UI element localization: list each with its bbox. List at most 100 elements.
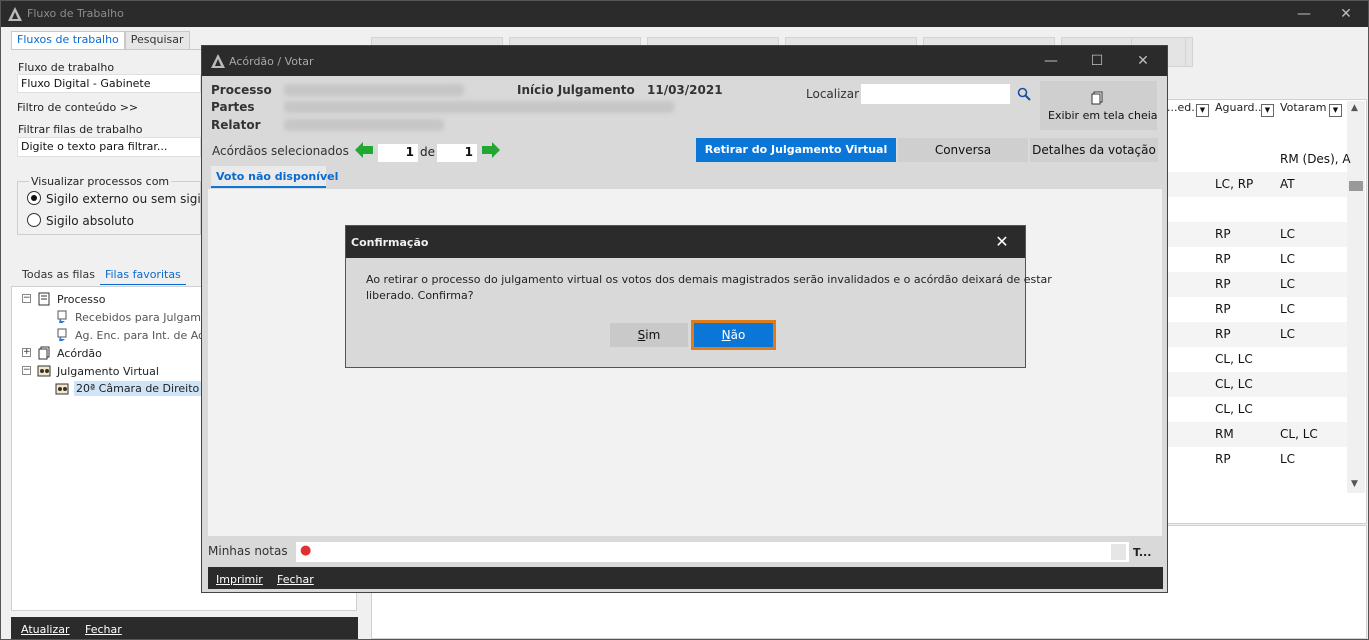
dialog-minimize-button[interactable]: — xyxy=(1028,48,1074,74)
tab-todas-filas[interactable]: Todas as filas xyxy=(17,267,100,285)
tree-item-processo[interactable]: Processo xyxy=(57,293,105,306)
table-row[interactable] xyxy=(1167,197,1347,222)
cell-votaram: LC xyxy=(1280,252,1296,266)
cell-votaram: LC xyxy=(1280,227,1296,241)
close-window-button[interactable]: ✕ xyxy=(1323,1,1369,27)
cell-aguard: RM xyxy=(1215,427,1234,441)
confirm-message-line1: Ao retirar o processo do julgamento virt… xyxy=(366,273,1052,286)
cell-votaram: CL, LC xyxy=(1280,427,1318,441)
cell-votaram: LC xyxy=(1280,277,1296,291)
redacted-relator xyxy=(284,119,444,131)
table-row[interactable]: RP LC xyxy=(1167,272,1347,297)
detalhes-votacao-button[interactable]: Detalhes da votação xyxy=(1030,138,1158,162)
cell-aguard: CL, LC xyxy=(1215,377,1253,391)
notas-toolbar-label[interactable]: T... xyxy=(1133,546,1151,559)
app-logo-icon xyxy=(211,54,225,68)
filtrar-label: Filtrar filas de trabalho xyxy=(18,123,143,136)
cell-votaram: AT xyxy=(1280,177,1295,191)
table-row[interactable]: RM CL, LC xyxy=(1167,422,1347,447)
processo-label: Processo xyxy=(211,83,272,97)
col-filter-2-icon[interactable]: ▼ xyxy=(1261,104,1274,117)
current-index-input[interactable]: 1 xyxy=(378,144,418,162)
sim-button[interactable]: Sim xyxy=(610,323,688,347)
exibir-tela-cheia-button[interactable]: Exibir em tela cheia xyxy=(1040,81,1158,130)
scroll-up-icon[interactable]: ▲ xyxy=(1351,103,1358,113)
collapse-julgamento-icon[interactable]: − xyxy=(22,366,31,375)
nao-button[interactable]: Não xyxy=(691,320,776,350)
tree-item-acordao[interactable]: Acórdão xyxy=(57,347,102,360)
localizar-label: Localizar xyxy=(806,87,860,101)
localizar-input[interactable] xyxy=(861,84,1010,104)
table-row[interactable]: RP LC xyxy=(1167,447,1347,472)
col-filter-3-icon[interactable]: ▼ xyxy=(1329,104,1342,117)
tree-item-julgamento-virtual[interactable]: Julgamento Virtual xyxy=(57,365,159,378)
cell-votaram: LC xyxy=(1280,452,1296,466)
conversa-button[interactable]: Conversa xyxy=(898,138,1028,162)
tree-item-recebidos[interactable]: Recebidos para Julgame xyxy=(75,311,208,324)
workflow-title: Fluxo de Trabalho xyxy=(27,7,124,20)
atualizar-button[interactable]: Atualizar xyxy=(21,623,70,636)
dialog-bottom-bar: Imprimir Fechar xyxy=(208,567,1163,589)
fluxo-select[interactable]: Fluxo Digital - Gabinete xyxy=(17,74,201,93)
minhas-notas-label: Minhas notas xyxy=(208,544,288,558)
table-row[interactable]: CL, LC xyxy=(1167,347,1347,372)
cell-aguard: RP xyxy=(1215,327,1231,341)
scroll-down-icon[interactable]: ▼ xyxy=(1351,479,1358,489)
radio-sigilo-absoluto[interactable] xyxy=(27,213,41,227)
cell-aguard: RP xyxy=(1215,302,1231,316)
cell-aguard: RP xyxy=(1215,277,1231,291)
arrow-right-icon[interactable] xyxy=(482,142,500,158)
notas-scroll-icon[interactable] xyxy=(1111,544,1126,560)
table-row[interactable]: RP LC xyxy=(1167,247,1347,272)
table-row[interactable]: RM (Des), A xyxy=(1167,147,1351,172)
tab-fluxos[interactable]: Fluxos de trabalho xyxy=(11,31,125,49)
expand-acordao-icon[interactable]: + xyxy=(22,348,31,357)
table-row[interactable]: RP LC xyxy=(1167,222,1347,247)
cell-aguard: CL, LC xyxy=(1215,402,1253,416)
tab-pesquisar[interactable]: Pesquisar xyxy=(124,31,190,49)
fluxo-label: Fluxo de trabalho xyxy=(18,61,115,74)
table-row[interactable]: CL, LC xyxy=(1167,397,1347,422)
scroll-thumb[interactable] xyxy=(1349,181,1363,191)
copy-icon xyxy=(1091,91,1103,105)
search-icon[interactable] xyxy=(1017,87,1031,101)
tree-item-camara[interactable]: 20ª Câmara de Direito Pr xyxy=(74,381,202,396)
tree-item-ag-enc[interactable]: Ag. Enc. para Int. de Acór xyxy=(75,329,215,342)
dialog-close-button[interactable]: ✕ xyxy=(1120,48,1166,74)
star-queue-icon xyxy=(57,328,67,341)
relator-label: Relator xyxy=(211,118,261,132)
minimize-button[interactable]: — xyxy=(1281,1,1327,27)
tab-filas-favoritas[interactable]: Filas favoritas xyxy=(99,267,186,285)
arrow-left-icon[interactable] xyxy=(355,142,373,158)
visualizar-label: Visualizar processos com xyxy=(29,175,172,188)
table-row[interactable]: CL, LC xyxy=(1167,372,1347,397)
col-header-aguard: Aguard... xyxy=(1215,101,1266,114)
collapse-processo-icon[interactable]: − xyxy=(22,294,31,303)
radio-sigilo-externo[interactable] xyxy=(27,191,41,205)
table-row[interactable]: RP LC xyxy=(1167,297,1347,322)
judges-icon xyxy=(55,383,69,395)
fechar-dialog-button[interactable]: Fechar xyxy=(277,573,314,586)
cell-aguard: LC, RP xyxy=(1215,177,1254,191)
de-label: de xyxy=(420,145,435,159)
imprimir-button[interactable]: Imprimir xyxy=(216,573,263,586)
filtro-conteudo-link[interactable]: Filtro de conteúdo >> xyxy=(17,101,138,114)
tab-voto-nao-disponivel[interactable]: Voto não disponível xyxy=(211,166,338,188)
confirm-message-line2: liberado. Confirma? xyxy=(366,289,474,302)
table-row[interactable]: RP LC xyxy=(1167,322,1347,347)
dialog-maximize-button[interactable]: ☐ xyxy=(1074,48,1120,74)
confirm-close-button[interactable]: ✕ xyxy=(979,229,1025,255)
document-icon xyxy=(38,292,50,306)
app-logo-icon xyxy=(8,7,22,21)
table-row[interactable]: LC, RP AT xyxy=(1167,172,1347,197)
retirar-julgamento-button[interactable]: Retirar do Julgamento Virtual xyxy=(696,138,896,162)
col-filter-1-icon[interactable]: ▼ xyxy=(1196,104,1209,117)
fechar-left-button[interactable]: Fechar xyxy=(85,623,122,636)
cell-votaram: LC xyxy=(1280,327,1296,341)
cell-aguard: RP xyxy=(1215,227,1231,241)
filtrar-input[interactable]: Digite o texto para filtrar... xyxy=(17,137,201,157)
partes-label: Partes xyxy=(211,100,255,114)
cell-aguard: RP xyxy=(1215,252,1231,266)
minhas-notas-input[interactable]: ● xyxy=(296,542,1129,562)
workflow-window: Fluxo de Trabalho — ✕ Fluxos de trabalho… xyxy=(0,0,1369,640)
